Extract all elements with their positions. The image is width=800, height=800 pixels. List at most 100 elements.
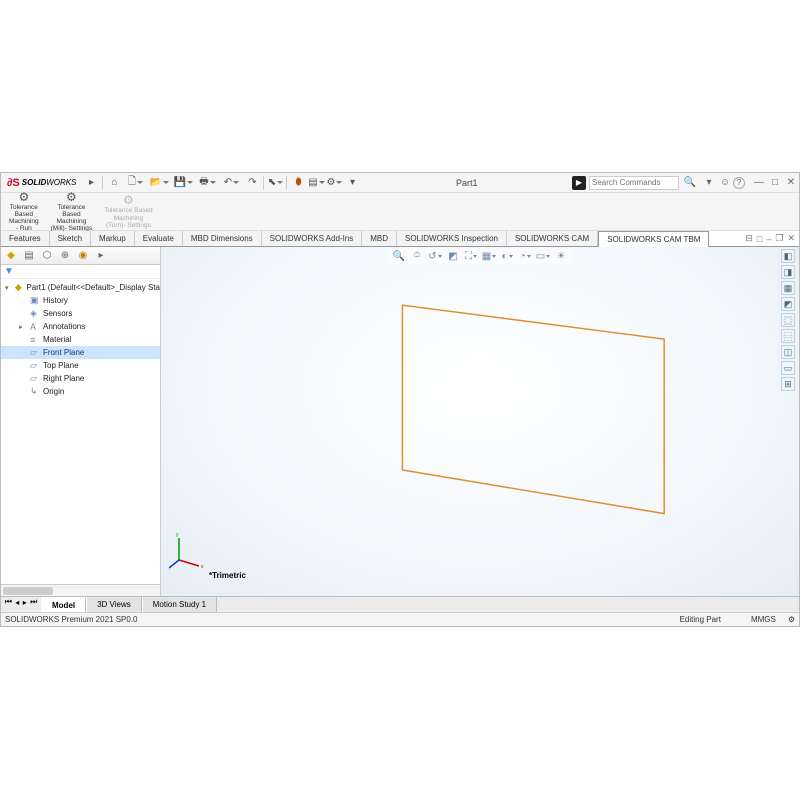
ribbon-button: ⚙Tolerance BasedMachining(Turn)- Setting…	[100, 195, 156, 228]
propertymanager-icon[interactable]: ▤	[21, 249, 37, 263]
search-dropdown-icon[interactable]: ▾	[701, 175, 717, 191]
print-icon[interactable]: 🖶	[195, 175, 219, 191]
tree-item[interactable]: ↳Origin	[1, 385, 160, 398]
status-units[interactable]: MMGS	[751, 615, 776, 624]
ds-logo-icon: ∂S	[7, 177, 20, 189]
ribbon-button[interactable]: ⚙ToleranceBasedMachining(Mill)- Settings	[47, 195, 97, 228]
maximize-button[interactable]: □	[767, 175, 783, 191]
document-title: Part1	[361, 178, 572, 188]
cm-tab[interactable]: Sketch	[50, 231, 91, 246]
help-icon[interactable]: ?	[733, 177, 745, 189]
tree-item-icon: ▱	[30, 373, 40, 384]
status-menu-icon[interactable]: ⚙	[788, 615, 795, 624]
app-logo: ∂S SOLIDWORKS	[1, 177, 82, 189]
taskpane-tab-icon[interactable]: ⿳	[781, 329, 795, 343]
cm-tab[interactable]: Markup	[91, 231, 135, 246]
save-icon[interactable]: 💾	[171, 175, 195, 191]
tree-item[interactable]: ≡Material	[1, 333, 160, 346]
displaymanager-icon[interactable]: ◉	[75, 249, 91, 263]
title-bar: ∂S SOLIDWORKS ▸ ⌂ 🗋 📂 💾 🖶 ↶ ↷ ⬉ ⬮ ▤ ⚙ ▾ …	[1, 173, 799, 193]
taskpane-tab-icon[interactable]: ◩	[781, 297, 795, 311]
tab-first-icon[interactable]: ⏮	[5, 597, 12, 607]
tree-item-icon: ≡	[30, 335, 40, 345]
tree-item[interactable]: ◈Sensors	[1, 307, 160, 320]
commandmanager-tabs: FeaturesSketchMarkupEvaluateMBD Dimensio…	[1, 231, 799, 247]
select-cursor-icon[interactable]: ⬉	[266, 175, 284, 191]
tab-last-icon[interactable]: ⏭	[30, 597, 37, 607]
undo-icon[interactable]: ↶	[219, 175, 243, 191]
tree-item-icon: ▣	[30, 295, 40, 306]
search-category-icon[interactable]: ▶	[572, 176, 586, 190]
cm-tab[interactable]: Evaluate	[135, 231, 183, 246]
dimxpert-icon[interactable]: ⊕	[57, 249, 73, 263]
view-orientation-label: *Trimetric	[209, 571, 246, 580]
main-area: ◆ ▤ ⬡ ⊕ ◉ ▸ ▼ ▾ ◆ Part1 (Default<<Defaul…	[1, 247, 799, 596]
featuremanager-icon[interactable]: ◆	[3, 249, 19, 263]
status-bar: SOLIDWORKS Premium 2021 SP0.0 Editing Pa…	[1, 612, 799, 626]
taskpane-tab-icon[interactable]: ▭	[781, 361, 795, 375]
tree-item[interactable]: ▸AAnnotations	[1, 320, 160, 333]
graphics-viewport[interactable]: 🔍 ⯐ ↺ ◩ ⛶ ▦ ◐ ◔ ▭ ☀ x y z	[161, 247, 799, 596]
plane-outline	[161, 247, 799, 596]
tree-item[interactable]: ▱Top Plane	[1, 359, 160, 372]
user-icon[interactable]: ☺	[717, 175, 733, 191]
bottom-tab[interactable]: Motion Study 1	[142, 597, 217, 612]
search-wrap: ▶ 🔍 ▾	[572, 175, 717, 191]
task-pane-rail: ◧ ◨ ▦ ◩ ⿴⿳ ◫ ▭ ⊞	[781, 249, 797, 391]
cm-tab[interactable]: SOLIDWORKS Inspection	[397, 231, 507, 246]
status-version: SOLIDWORKS Premium 2021 SP0.0	[5, 615, 138, 624]
taskpane-tab-icon[interactable]: ◫	[781, 345, 795, 359]
doc-minimize-icon[interactable]: –	[766, 234, 771, 244]
doc-close-icon[interactable]: ✕	[787, 233, 795, 244]
expand-icon[interactable]: ▾	[343, 175, 361, 191]
doc-restore-icon[interactable]: ❐	[775, 233, 783, 244]
cm-tab[interactable]: MBD	[362, 231, 397, 246]
tree-filter-icon[interactable]: ▼	[1, 265, 160, 279]
search-input[interactable]	[589, 176, 679, 190]
tree-item-icon: ▱	[30, 360, 40, 371]
close-button[interactable]: ✕	[783, 175, 799, 191]
minimize-button[interactable]: —	[751, 175, 767, 191]
settings-gear-icon[interactable]: ⚙	[325, 175, 343, 191]
taskpane-tab-icon[interactable]: ▦	[781, 281, 795, 295]
tab-prev-icon[interactable]: ◂	[15, 598, 19, 607]
tab-next-icon[interactable]: ▸	[23, 598, 27, 607]
taskpane-tab-icon[interactable]: ⿴	[781, 313, 795, 327]
tree-root[interactable]: ▾ ◆ Part1 (Default<<Default>_Display Sta	[1, 281, 160, 294]
tree-toolbar: ◆ ▤ ⬡ ⊕ ◉ ▸	[1, 247, 160, 265]
taskpane-tab-icon[interactable]: ◨	[781, 265, 795, 279]
bottom-tab[interactable]: 3D Views	[86, 597, 142, 612]
rebuild-icon[interactable]: ⬮	[289, 175, 307, 191]
tree-item-icon: ↳	[30, 386, 40, 397]
search-icon[interactable]: 🔍	[682, 175, 698, 191]
taskpane-tab-icon[interactable]: ⊞	[781, 377, 795, 391]
command-ribbon: ⚙ToleranceBasedMachining- Run⚙ToleranceB…	[1, 193, 799, 231]
tree-item-icon: ▱	[30, 347, 40, 358]
home-icon[interactable]: ⌂	[105, 175, 123, 191]
solidworks-window: ∂S SOLIDWORKS ▸ ⌂ 🗋 📂 💾 🖶 ↶ ↷ ⬉ ⬮ ▤ ⚙ ▾ …	[0, 172, 800, 627]
cm-tab[interactable]: SOLIDWORKS CAM	[507, 231, 598, 246]
cm-tab[interactable]: SOLIDWORKS Add-Ins	[262, 231, 363, 246]
tree-item[interactable]: ▣History	[1, 294, 160, 307]
open-file-icon[interactable]: 📂	[147, 175, 171, 191]
cm-collapse-icon[interactable]: ⊟	[745, 233, 753, 244]
options-list-icon[interactable]: ▤	[307, 175, 325, 191]
new-file-icon[interactable]: 🗋	[123, 175, 147, 191]
tab-nav: ⏮ ◂ ▸ ⏭	[3, 597, 39, 607]
taskpane-tab-icon[interactable]: ◧	[781, 249, 795, 263]
menu-dropdown-icon[interactable]: ▸	[82, 175, 100, 191]
bottom-tab[interactable]: Model	[41, 597, 86, 612]
redo-icon[interactable]: ↷	[243, 175, 261, 191]
cam-tree-icon[interactable]: ▸	[93, 249, 109, 263]
cm-popout-icon[interactable]: □	[757, 234, 762, 244]
cm-tab[interactable]: SOLIDWORKS CAM TBM	[598, 231, 709, 247]
cm-tab[interactable]: Features	[1, 231, 50, 246]
tree-item-icon: A	[30, 322, 40, 332]
tree-item[interactable]: ▱Front Plane	[1, 346, 160, 359]
tree-scrollbar[interactable]	[1, 584, 160, 596]
cm-tab[interactable]: MBD Dimensions	[183, 231, 262, 246]
gear-icon: ⚙	[66, 191, 77, 204]
configmanager-icon[interactable]: ⬡	[39, 249, 55, 263]
ribbon-button[interactable]: ⚙ToleranceBasedMachining- Run	[5, 195, 43, 228]
tree-item[interactable]: ▱Right Plane	[1, 372, 160, 385]
